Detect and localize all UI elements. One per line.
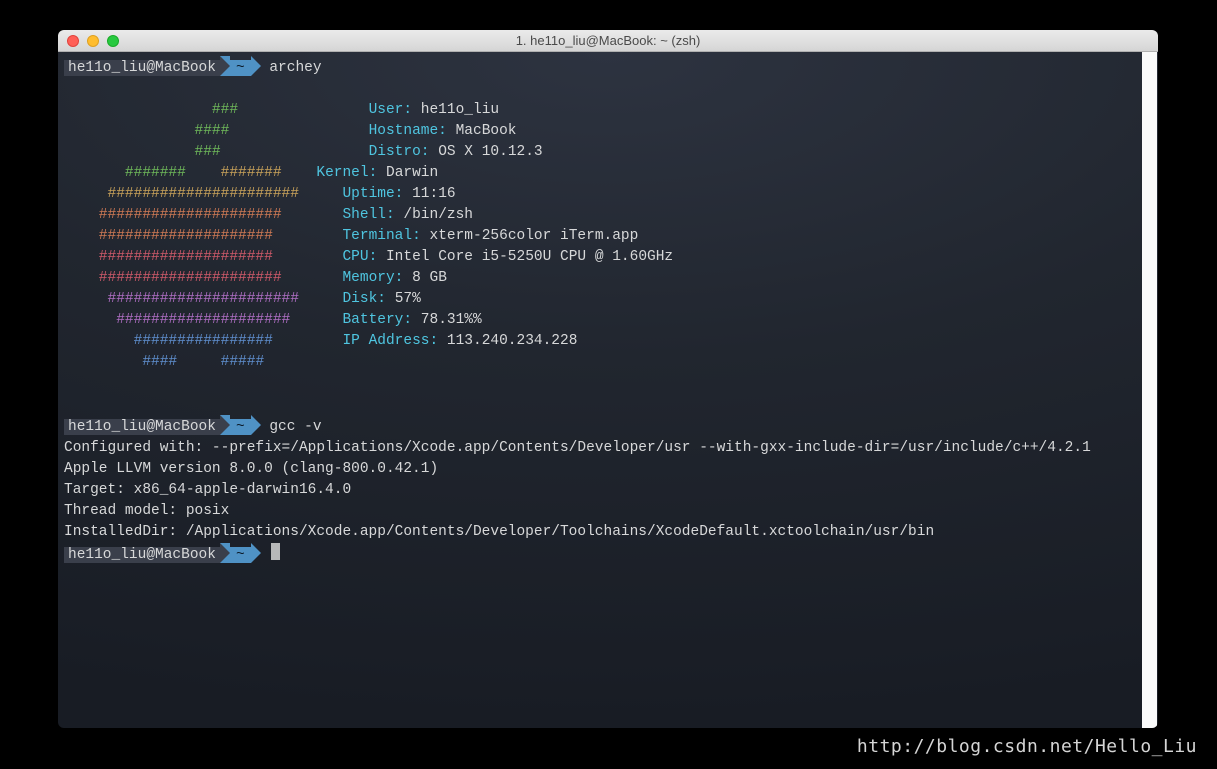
- info-key: Terminal:: [342, 228, 420, 244]
- window-titlebar[interactable]: 1. he11o_liu@MacBook: ~ (zsh): [58, 30, 1158, 52]
- info-key: Disk:: [342, 291, 386, 307]
- logo-line: ####################: [64, 312, 290, 328]
- command-archey: archey: [269, 60, 321, 76]
- window-title: 1. he11o_liu@MacBook: ~ (zsh): [58, 33, 1158, 48]
- prompt-user-host: he11o_liu@MacBook: [64, 60, 220, 76]
- prompt-user-host: he11o_liu@MacBook: [64, 419, 220, 435]
- info-val: 113.240.234.228: [447, 333, 578, 349]
- prompt-dir: ~: [230, 419, 251, 435]
- logo-line: ###: [64, 102, 238, 118]
- logo-line: ####################: [64, 249, 273, 265]
- info-val: 78.31%%: [421, 312, 482, 328]
- prompt-sep-icon: [220, 56, 230, 76]
- zoom-icon[interactable]: [107, 35, 119, 47]
- prompt-dir: ~: [230, 60, 251, 76]
- logo-line: ####: [64, 123, 229, 139]
- minimize-icon[interactable]: [87, 35, 99, 47]
- info-val: OS X 10.12.3: [438, 144, 542, 160]
- prompt-end-icon: [251, 56, 261, 76]
- info-val: 8 GB: [412, 270, 447, 286]
- prompt-user-host: he11o_liu@MacBook: [64, 547, 220, 563]
- cursor-icon: [271, 543, 280, 560]
- terminal-viewport[interactable]: he11o_liu@MacBook ~ archey ### User: he11…: [58, 52, 1158, 728]
- info-val: /bin/zsh: [403, 207, 473, 223]
- info-key: Shell:: [342, 207, 394, 223]
- logo-line: ####################: [64, 228, 273, 244]
- terminal-window: 1. he11o_liu@MacBook: ~ (zsh) he11o_liu@…: [58, 30, 1158, 728]
- scrollbar[interactable]: [1142, 52, 1157, 728]
- info-key: Uptime:: [342, 186, 403, 202]
- info-val: 11:16: [412, 186, 456, 202]
- info-key: Hostname:: [369, 123, 447, 139]
- info-key: Battery:: [342, 312, 412, 328]
- gcc-output-line: Target: x86_64-apple-darwin16.4.0: [64, 482, 351, 498]
- gcc-output-line: Apple LLVM version 8.0.0 (clang-800.0.42…: [64, 461, 438, 477]
- info-val: Darwin: [386, 165, 438, 181]
- gcc-output-line: Thread model: posix: [64, 503, 229, 519]
- prompt-end-icon: [251, 415, 261, 435]
- logo-line: #####: [221, 354, 265, 370]
- logo-line: #####################: [64, 270, 282, 286]
- info-val: 57%: [395, 291, 421, 307]
- info-val: MacBook: [456, 123, 517, 139]
- info-key: Memory:: [342, 270, 403, 286]
- prompt-end-icon: [251, 543, 261, 563]
- logo-line: #######: [64, 165, 221, 181]
- gcc-output-line: InstalledDir: /Applications/Xcode.app/Co…: [64, 524, 934, 540]
- info-key: CPU:: [342, 249, 377, 265]
- info-val: Intel Core i5-5250U CPU @ 1.60GHz: [386, 249, 673, 265]
- close-icon[interactable]: [67, 35, 79, 47]
- info-key: User:: [369, 102, 413, 118]
- logo-line: #######: [221, 165, 282, 181]
- info-key: IP Address:: [342, 333, 438, 349]
- logo-line: ################: [64, 333, 273, 349]
- logo-line: ####: [64, 354, 221, 370]
- logo-line: ######################: [64, 291, 299, 307]
- prompt-dir: ~: [230, 547, 251, 563]
- gcc-output-line: Configured with: --prefix=/Applications/…: [64, 440, 1091, 456]
- command-gcc: gcc -v: [269, 419, 321, 435]
- watermark-text: http://blog.csdn.net/Hello_Liu: [857, 736, 1197, 757]
- prompt-sep-icon: [220, 415, 230, 435]
- info-val: he11o_liu: [421, 102, 499, 118]
- logo-line: ######################: [64, 186, 299, 202]
- info-key: Kernel:: [316, 165, 377, 181]
- prompt-sep-icon: [220, 543, 230, 563]
- info-key: Distro:: [369, 144, 430, 160]
- logo-line: ###: [64, 144, 221, 160]
- info-val: xterm-256color iTerm.app: [430, 228, 639, 244]
- logo-line: #####################: [64, 207, 282, 223]
